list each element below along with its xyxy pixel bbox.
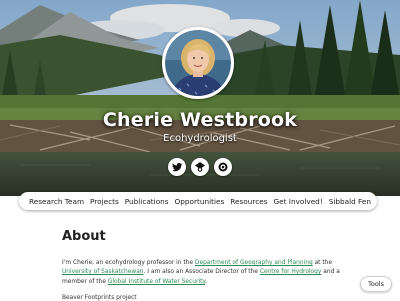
- twitter-bird-icon: [172, 162, 183, 172]
- about-heading: About: [62, 229, 106, 244]
- about-at-the-text: at the: [312, 260, 333, 266]
- main-nav: Research Team Projects Publications Oppo…: [19, 192, 377, 210]
- about-associate-text: . I am also an Associate Director of the: [143, 269, 260, 276]
- department-link[interactable]: Department of Geography and Planning: [195, 260, 313, 266]
- researchgate-link[interactable]: [214, 158, 232, 176]
- nav-item-sibbald-fen[interactable]: Sibbald Fen: [329, 197, 371, 206]
- about-period-text: .: [205, 278, 207, 285]
- centre-for-hydrology-link[interactable]: Centre for Hydrology: [260, 269, 322, 275]
- about-paragraph: I'm Cherie, an ecohydrology professor in…: [62, 259, 362, 287]
- nav-item-research-team[interactable]: Research Team: [29, 197, 84, 206]
- nav-item-resources[interactable]: Resources: [230, 197, 267, 206]
- nav-item-publications[interactable]: Publications: [125, 197, 169, 206]
- about-intro-text: I'm Cherie, an ecohydrology professor in…: [62, 260, 195, 266]
- university-link[interactable]: University of Saskatchewan: [62, 269, 144, 275]
- global-institute-link[interactable]: Global Institute of Water Security: [108, 279, 205, 285]
- google-scholar-icon: [195, 162, 205, 172]
- google-scholar-link[interactable]: [191, 158, 209, 176]
- profile-title: Ecohydrologist: [163, 133, 237, 144]
- profile-name: Cherie Westbrook: [102, 109, 298, 131]
- hero-banner: Cherie Westbrook Ecohydrologist: [0, 0, 400, 196]
- twitter-link[interactable]: [168, 158, 186, 176]
- profile-photo: [165, 30, 231, 96]
- nav-item-opportunities[interactable]: Opportunities: [175, 197, 225, 206]
- profile-avatar: [162, 27, 234, 99]
- researchgate-icon: [218, 162, 228, 172]
- tools-button[interactable]: Tools: [360, 276, 392, 292]
- beaver-footprints-text: Beaver Footprints project: [62, 295, 137, 301]
- nav-item-get-involved[interactable]: Get Involved!: [273, 197, 322, 206]
- nav-item-projects[interactable]: Projects: [90, 197, 119, 206]
- social-links: [168, 158, 232, 176]
